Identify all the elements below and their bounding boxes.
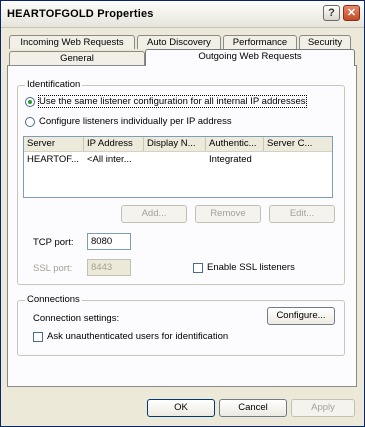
window-title: HEARTOFGOLD Properties [7, 8, 154, 20]
tab-general[interactable]: General [9, 51, 145, 65]
cell-authentication: Integrated [209, 154, 252, 165]
cell-server: HEARTOF... [27, 154, 79, 165]
listener-list[interactable]: Server IP Address Display N... Authentic… [23, 136, 333, 198]
ask-auth-label: Ask unauthenticated users for identifica… [47, 331, 229, 342]
ask-auth-checkbox[interactable] [33, 331, 43, 342]
connection-settings-label: Connection settings: [33, 313, 120, 324]
connections-legend: Connections [25, 294, 82, 305]
configure-button[interactable]: Configure... [267, 307, 335, 325]
radio-individual-label: Configure listeners individually per IP … [39, 116, 232, 127]
close-button[interactable]: ✕ [343, 5, 360, 21]
cell-server-certificate [264, 154, 332, 166]
column-server[interactable]: Server [24, 137, 84, 151]
column-authentication[interactable]: Authentic... [206, 137, 264, 151]
add-button[interactable]: Add... [121, 205, 187, 223]
tcp-port-label: TCP port: [33, 237, 74, 248]
radio-individual-row[interactable]: Configure listeners individually per IP … [25, 116, 232, 127]
tab-outgoing-web-requests[interactable]: Outgoing Web Requests [145, 49, 355, 66]
ssl-port-label: SSL port: [33, 263, 73, 274]
column-display-name[interactable]: Display N... [144, 137, 206, 151]
tab-security[interactable]: Security [299, 35, 351, 49]
cell-display-name [144, 154, 206, 166]
ok-button[interactable]: OK [147, 399, 215, 417]
title-bar[interactable]: HEARTOFGOLD Properties ? ✕ [1, 1, 364, 28]
identification-legend: Identification [25, 79, 83, 90]
properties-dialog: HEARTOFGOLD Properties ? ✕ Incoming Web … [0, 0, 365, 427]
cancel-button[interactable]: Cancel [219, 399, 287, 417]
cell-ip-address: <All inter... [87, 154, 132, 165]
column-server-certificate[interactable]: Server C... [264, 137, 332, 151]
enable-ssl-row[interactable]: Enable SSL listeners [193, 262, 295, 273]
edit-button[interactable]: Edit... [269, 205, 335, 223]
radio-same-config-label: Use the same listener configuration for … [38, 95, 307, 108]
help-button[interactable]: ? [323, 5, 340, 21]
remove-button[interactable]: Remove [195, 205, 261, 223]
apply-button[interactable]: Apply [291, 399, 355, 417]
radio-same-config-row[interactable]: Use the same listener configuration for … [25, 95, 307, 108]
enable-ssl-checkbox[interactable] [193, 262, 203, 273]
tab-incoming-web-requests[interactable]: Incoming Web Requests [9, 35, 135, 49]
radio-same-config[interactable] [25, 96, 35, 107]
radio-individual-config[interactable] [25, 116, 35, 127]
list-header: Server IP Address Display N... Authentic… [24, 137, 332, 152]
ssl-port-input[interactable]: 8443 [87, 259, 131, 276]
tab-auto-discovery[interactable]: Auto Discovery [137, 35, 221, 49]
tab-performance[interactable]: Performance [223, 35, 297, 49]
tcp-port-input[interactable]: 8080 [87, 233, 131, 250]
ask-auth-row[interactable]: Ask unauthenticated users for identifica… [33, 331, 228, 342]
column-ip-address[interactable]: IP Address [84, 137, 144, 151]
enable-ssl-label: Enable SSL listeners [207, 262, 295, 273]
